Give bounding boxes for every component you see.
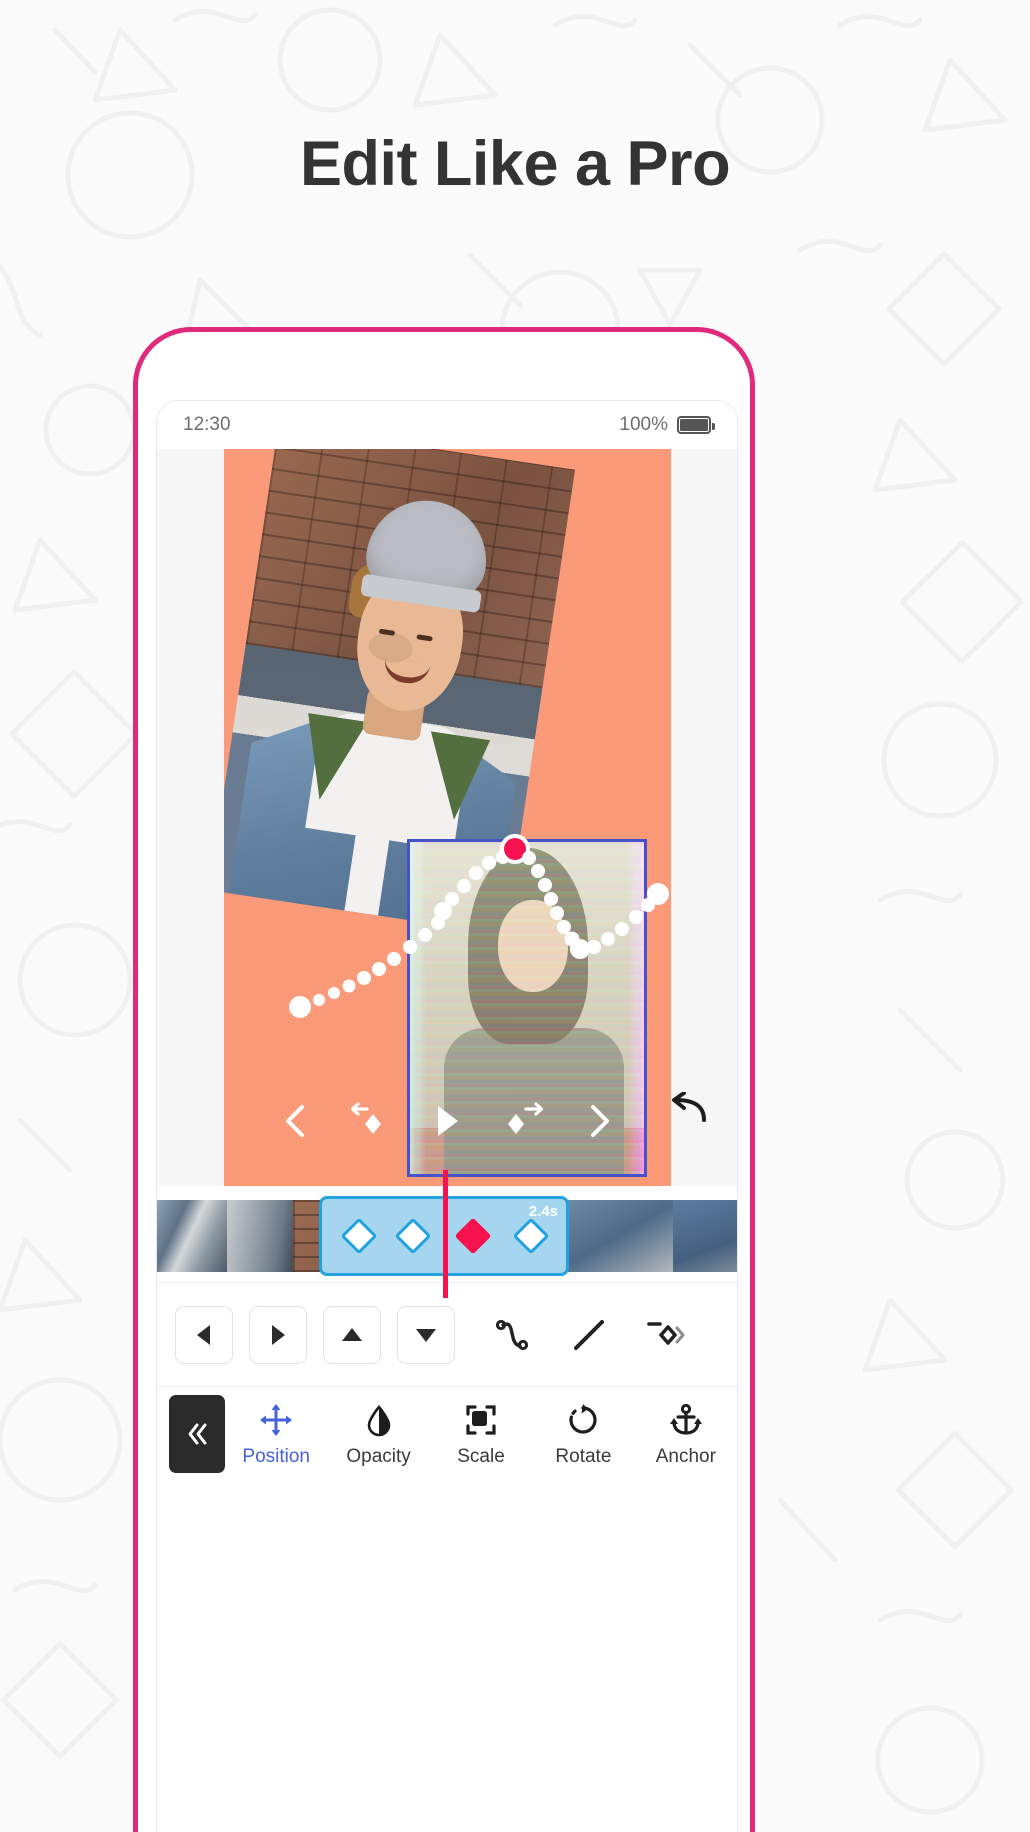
tab-rotate-label: Rotate [555,1446,612,1467]
filmstrip-thumbnail[interactable] [157,1200,227,1272]
undo-arrow-icon [672,1092,706,1122]
battery-full-icon [677,416,715,434]
tab-opacity[interactable]: Opacity [327,1395,429,1468]
keyframe-ease-icon [647,1321,685,1345]
nudge-up-button[interactable] [323,1305,381,1364]
battery-percent-label: 100% [619,414,668,435]
chevron-left-icon [286,1105,305,1137]
timeline-keyframe[interactable] [394,1217,432,1255]
timeline-keyframe[interactable] [340,1217,378,1255]
prev-frame-button[interactable] [268,1094,322,1148]
prev-keyframe-button[interactable] [344,1094,398,1148]
straight-line-icon [574,1319,604,1350]
status-time: 12:30 [183,414,231,435]
undo-button[interactable] [663,1084,713,1134]
anchor-icon [669,1403,702,1435]
triangle-up-icon [342,1327,362,1341]
editor-canvas[interactable] [224,449,671,1186]
keyframe-forward-icon [507,1102,543,1134]
tab-position[interactable]: Position [225,1395,327,1468]
triangle-down-icon [416,1328,436,1342]
tab-position-label: Position [242,1446,310,1467]
page-title: Edit Like a Pro [299,129,731,199]
droplet-icon [367,1404,390,1437]
next-frame-button[interactable] [573,1094,627,1148]
status-bar: 12:30 100% [157,401,737,449]
timeline[interactable]: 2.4s [157,1170,737,1298]
bottom-toolbar: Position Opacity Scale Rotate Anchor [157,1386,737,1832]
playback-controls [224,1094,671,1148]
play-button[interactable] [420,1094,474,1148]
phone-screen: 12:30 100% 2.4s Position Opacity Scale R… [156,400,738,1832]
timeline-keyframe-active[interactable] [454,1217,492,1255]
triangle-right-icon [272,1324,285,1345]
double-chevron-left-icon [188,1423,207,1445]
clip-duration-label: 2.4s [528,1203,558,1220]
next-keyframe-button[interactable] [497,1094,551,1148]
filmstrip-thumbnail[interactable] [227,1200,293,1272]
move-arrows-icon [260,1404,293,1436]
linear-path-button[interactable] [559,1306,621,1364]
play-icon [438,1106,459,1136]
tab-rotate[interactable]: Rotate [532,1395,634,1468]
filmstrip-thumbnail[interactable] [673,1200,737,1272]
tab-anchor[interactable]: Anchor [635,1395,737,1468]
triangle-left-icon [197,1324,210,1345]
tab-scale-label: Scale [457,1446,505,1467]
tab-scale[interactable]: Scale [430,1395,532,1468]
preview-area [157,449,737,1186]
tab-anchor-label: Anchor [655,1446,716,1467]
nudge-left-button[interactable] [175,1305,233,1364]
nudge-right-button[interactable] [249,1305,307,1364]
timeline-keyframe[interactable] [512,1217,550,1255]
bezier-curve-icon [495,1319,529,1350]
phone-frame: 12:30 100% 2.4s Position Opacity Scale R… [133,327,755,1832]
filmstrip-thumbnail[interactable] [563,1200,673,1272]
nudge-down-button[interactable] [397,1305,455,1364]
rotate-ccw-icon [569,1404,597,1434]
ease-keyframe-button[interactable] [633,1306,695,1364]
tab-opacity-label: Opacity [346,1446,411,1467]
timeline-playhead[interactable] [443,1170,448,1298]
chevron-right-icon [590,1105,609,1137]
collapse-panel-button[interactable] [169,1395,225,1473]
scale-corners-icon [466,1405,496,1435]
smooth-curve-button[interactable] [485,1306,547,1364]
keyframe-back-icon [351,1102,382,1134]
